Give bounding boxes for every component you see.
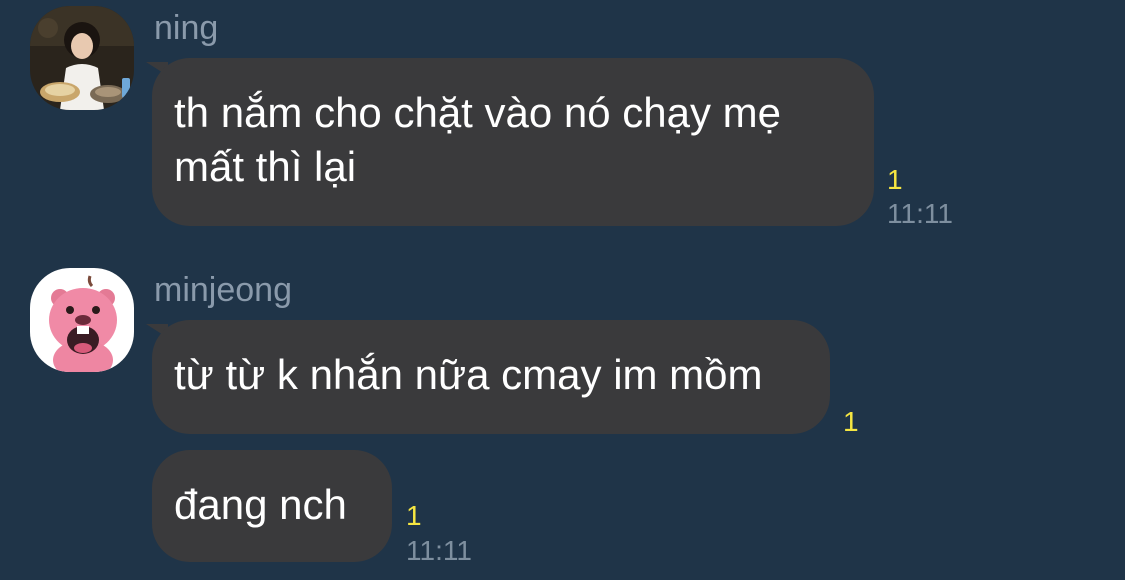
chat-message-list: ning th nắm cho chặt vào nó chạy mẹ mất … xyxy=(0,0,1125,580)
unread-count: 1 xyxy=(843,406,859,437)
message-text-line: th nắm cho chặt vào nó chạy mẹ xyxy=(174,89,782,136)
unread-count: 1 xyxy=(406,500,422,531)
message-text-line: mất thì lại xyxy=(174,143,357,190)
message-bubble[interactable]: th nắm cho chặt vào nó chạy mẹ mất thì l… xyxy=(152,58,874,226)
message-timestamp: 11:11 xyxy=(406,535,472,566)
sender-name: minjeong xyxy=(154,271,292,309)
message-timestamp: 11:11 xyxy=(887,198,953,229)
avatar-minjeong[interactable] xyxy=(30,268,134,372)
photo-avatar-icon xyxy=(30,6,134,110)
message-bubble[interactable]: từ từ k nhắn nữa cmay im mồm xyxy=(152,320,830,434)
avatar-ning[interactable] xyxy=(30,6,134,110)
message-text-line: đang nch xyxy=(174,481,347,528)
sender-name: ning xyxy=(154,9,219,47)
pink-beaver-avatar-icon xyxy=(30,268,134,372)
unread-count: 1 xyxy=(887,164,903,195)
message-text-line: từ từ k nhắn nữa cmay im mồm xyxy=(174,351,763,398)
message-bubble[interactable]: đang nch xyxy=(152,450,392,562)
